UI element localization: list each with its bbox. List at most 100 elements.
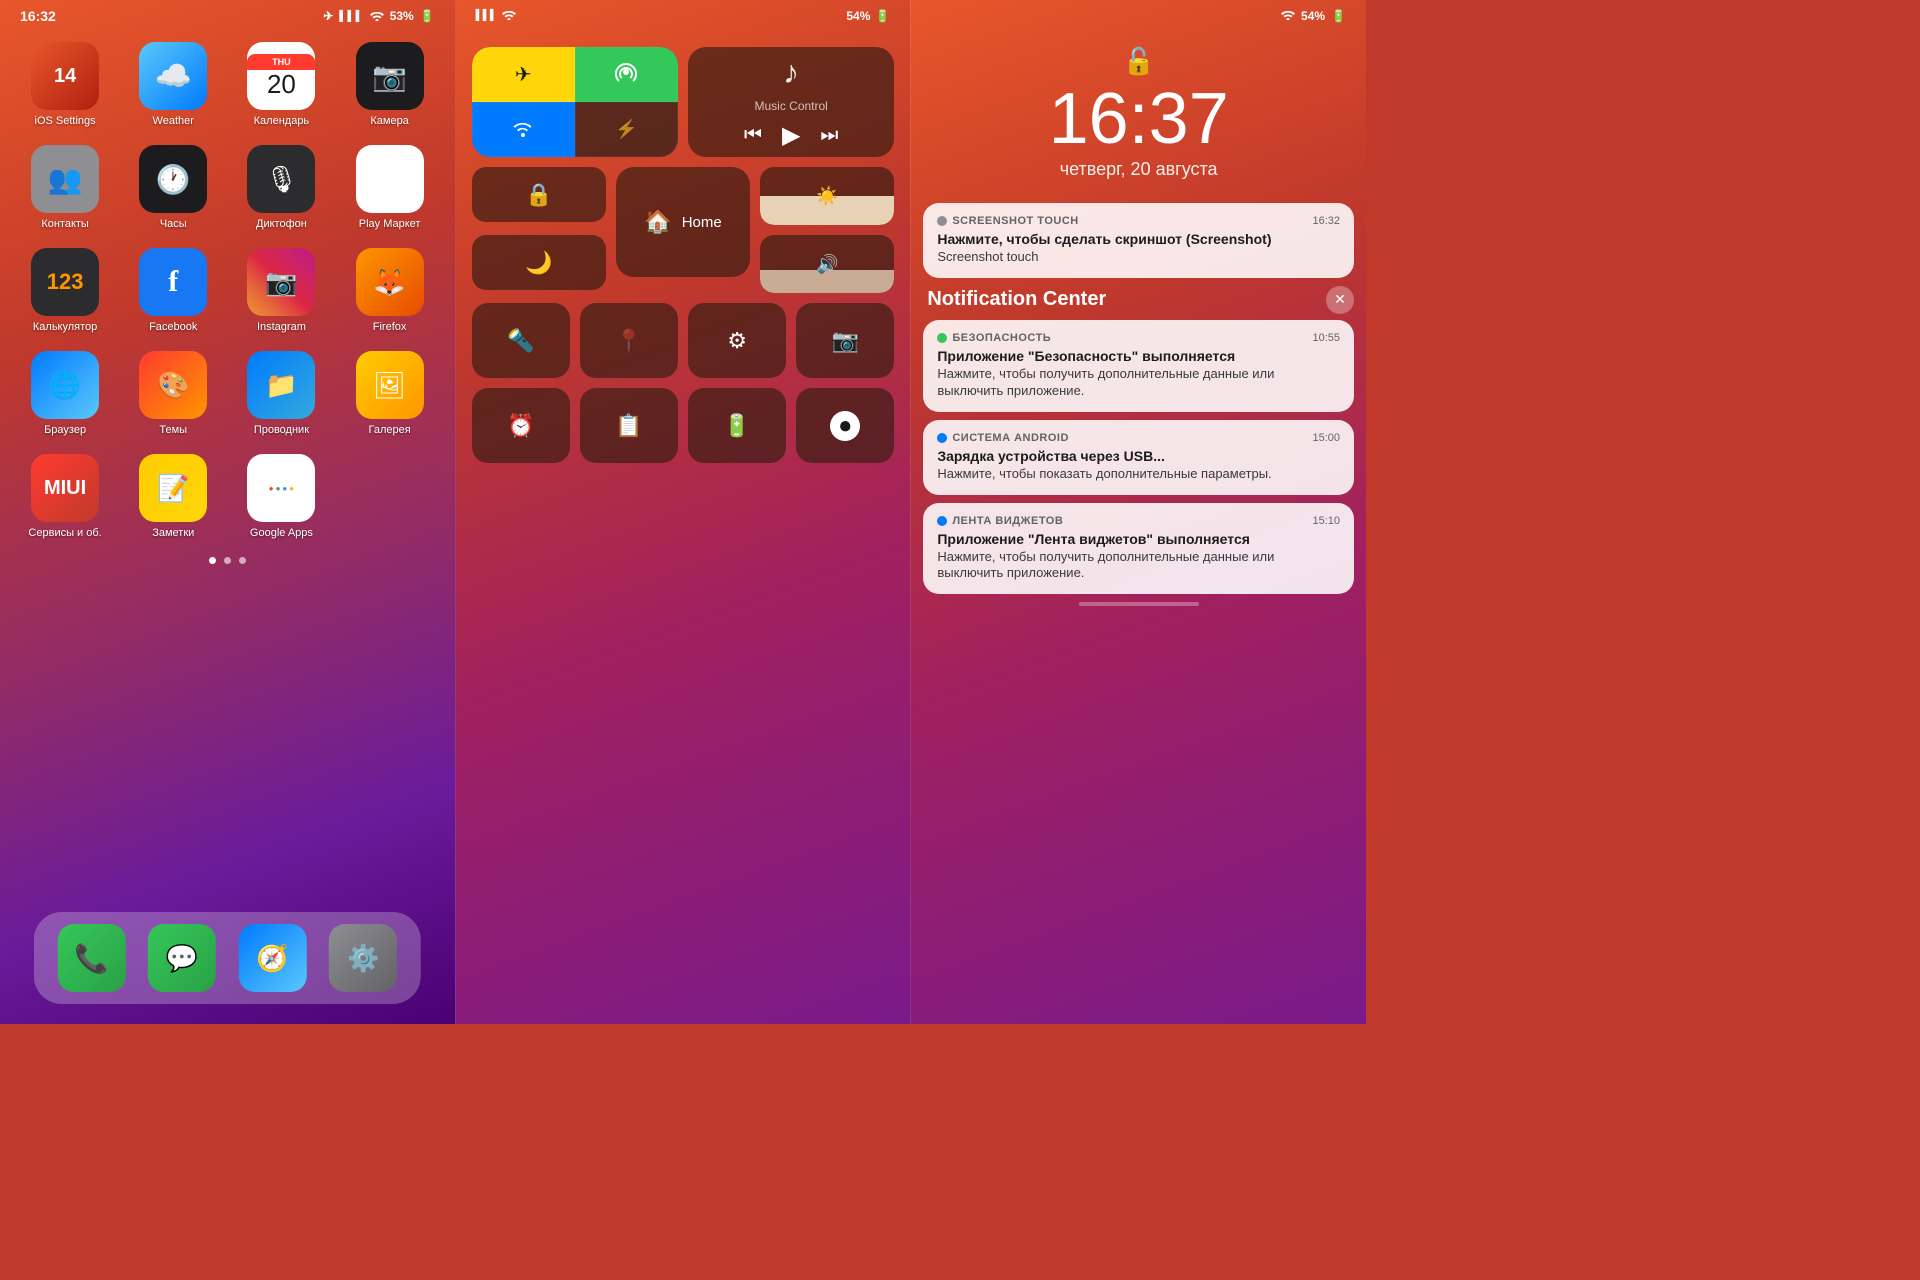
screenshot-app-dot <box>937 216 947 226</box>
app-browser[interactable]: 🌐 Браузер <box>20 351 110 436</box>
time-label: 16:32 <box>20 8 56 24</box>
dock-phone[interactable]: 📞 <box>57 924 125 992</box>
camera-label: Камера <box>370 115 408 127</box>
home-indicator <box>1079 602 1199 606</box>
airplane-icon: ✈ <box>323 9 333 23</box>
lock-unlock-icon: 🔓 <box>931 46 1346 77</box>
screenshot-time: 16:32 <box>1312 215 1340 227</box>
home-button[interactable]: 🏠 Home <box>616 167 750 277</box>
calendar-day-name: THU <box>247 54 315 70</box>
wifi-toggle-button[interactable] <box>472 102 575 157</box>
notification-android[interactable]: СИСТЕМА ANDROID 15:00 Зарядка устройства… <box>923 420 1354 495</box>
app-services[interactable]: MIUI Сервисы и об. <box>20 454 110 539</box>
brightness-slider[interactable]: ☀️ <box>760 167 894 225</box>
alarm-button[interactable]: ⏰ <box>472 388 570 463</box>
notification-bezopasnost[interactable]: БЕЗОПАСНОСТЬ 10:55 Приложение "Безопасно… <box>923 320 1354 412</box>
widgets-title: Приложение "Лента виджетов" выполняется <box>937 531 1340 547</box>
control-center: ✈ ⚡ <box>456 31 911 473</box>
dock-messages[interactable]: 💬 <box>148 924 216 992</box>
volume-slider[interactable]: 🔊 <box>760 235 894 293</box>
signal-p2: ▌▌▌ <box>476 10 497 21</box>
app-contacts[interactable]: 👥 Контакты <box>20 145 110 230</box>
alarm-icon: ⏰ <box>507 413 534 439</box>
facebook-label: Facebook <box>149 321 197 333</box>
ios-settings-number: 14 <box>54 65 76 88</box>
themes-label: Темы <box>159 424 187 436</box>
home-screen-panel: 16:32 ✈ ▌▌▌ 53% 🔋 14 iOS Settings ☁️ Wea… <box>0 0 455 1024</box>
android-time: 15:00 <box>1312 432 1340 444</box>
prev-track-button[interactable]: ⏮ <box>744 124 762 147</box>
next-track-button[interactable]: ⏭ <box>820 124 838 147</box>
ios-settings-label: iOS Settings <box>35 115 96 127</box>
volume-icon: 🔊 <box>816 254 838 275</box>
playmarket-label: Play Маркет <box>359 218 421 230</box>
airplane-button[interactable]: ✈ <box>472 47 575 102</box>
lock-date: четверг, 20 августа <box>931 159 1346 180</box>
signal-bars: ▌▌▌ <box>339 11 363 22</box>
notes-label: Заметки <box>152 527 194 539</box>
wifi-icon-p1 <box>370 9 384 24</box>
location-off-button[interactable]: 📍 <box>580 303 678 378</box>
settings-button[interactable]: ⚙ <box>688 303 786 378</box>
app-camera[interactable]: 📷 Камера <box>345 42 435 127</box>
music-control-label: Music Control <box>754 99 827 113</box>
camera-cc-button[interactable]: 📷 <box>796 303 894 378</box>
connectivity-tile: ✈ ⚡ <box>472 47 678 157</box>
app-dictaphone[interactable]: 🎙 Диктофон <box>236 145 326 230</box>
app-weather[interactable]: ☁️ Weather <box>128 42 218 127</box>
status-bar-panel3: 54% 🔋 <box>911 0 1366 31</box>
battery-cc-button[interactable]: 🔋 <box>688 388 786 463</box>
record-button[interactable]: ⏺ <box>796 388 894 463</box>
app-instagram[interactable]: 📷 Instagram <box>236 248 326 333</box>
dnd-button[interactable]: 🌙 <box>472 235 606 290</box>
play-button[interactable]: ▶ <box>782 121 800 150</box>
app-explorer[interactable]: 📁 Проводник <box>236 351 326 436</box>
app-ios-settings[interactable]: 14 iOS Settings <box>20 42 110 127</box>
notification-widgets[interactable]: ЛЕНТА ВИДЖЕТОВ 15:10 Приложение "Лента в… <box>923 503 1354 595</box>
app-calendar[interactable]: THU 20 Календарь <box>236 42 326 127</box>
browser-label: Браузер <box>44 424 86 436</box>
gallery-label: Галерея <box>368 424 410 436</box>
screenshot-body: Screenshot touch <box>937 249 1340 266</box>
bluetooth-button[interactable]: ⚡ <box>575 102 678 157</box>
app-playmarket[interactable]: ▶ Play Маркет <box>345 145 435 230</box>
music-control-tile[interactable]: ♪ Music Control ⏮ ▶ ⏭ <box>688 47 894 157</box>
notification-center-header: Notification Center ✕ <box>927 286 1354 314</box>
flashlight-button[interactable]: 🔦 <box>472 303 570 378</box>
bezop-body: Нажмите, чтобы получить дополнительные д… <box>937 366 1340 400</box>
hotspot-button[interactable] <box>575 47 678 102</box>
dot-0 <box>209 557 216 564</box>
app-themes[interactable]: 🎨 Темы <box>128 351 218 436</box>
android-app-name: СИСТЕМА ANDROID <box>952 432 1069 444</box>
orientation-lock-button[interactable]: 🔒 <box>472 167 606 222</box>
app-googleapps[interactable]: ●● ●● Google Apps <box>236 454 326 539</box>
app-facebook[interactable]: f Facebook <box>128 248 218 333</box>
firefox-label: Firefox <box>373 321 407 333</box>
dock-safari[interactable]: 🧭 <box>239 924 307 992</box>
battery-icon-p1: 🔋 <box>420 9 435 23</box>
nc-title: Notification Center <box>927 288 1106 311</box>
lock-time: 16:37 <box>931 83 1346 155</box>
scan-button[interactable]: 📋 <box>580 388 678 463</box>
app-calculator[interactable]: 123 Калькулятор <box>20 248 110 333</box>
clock-label: Часы <box>160 218 187 230</box>
screenshot-app-name: SCREENSHOT TOUCH <box>952 215 1078 227</box>
bezop-app-name: БЕЗОПАСНОСТЬ <box>952 332 1051 344</box>
home-label: Home <box>682 214 722 231</box>
app-notes[interactable]: 📝 Заметки <box>128 454 218 539</box>
scan-icon: 📋 <box>615 413 642 439</box>
instagram-label: Instagram <box>257 321 306 333</box>
android-body: Нажмите, чтобы показать дополнительные п… <box>937 466 1340 483</box>
brightness-icon: ☀️ <box>816 186 838 207</box>
camera-cc-icon: 📷 <box>832 328 859 354</box>
nc-close-button[interactable]: ✕ <box>1326 286 1354 314</box>
calendar-day-num: 20 <box>267 70 296 99</box>
page-dots <box>0 557 455 564</box>
wifi-icon-p2 <box>502 8 516 23</box>
app-firefox[interactable]: 🦊 Firefox <box>345 248 435 333</box>
app-gallery[interactable]: 🖼 Галерея <box>345 351 435 436</box>
dot-2 <box>239 557 246 564</box>
screenshot-notification[interactable]: SCREENSHOT TOUCH 16:32 Нажмите, чтобы сд… <box>923 203 1354 278</box>
dock-settings[interactable]: ⚙️ <box>329 924 397 992</box>
app-clock[interactable]: 🕐 Часы <box>128 145 218 230</box>
